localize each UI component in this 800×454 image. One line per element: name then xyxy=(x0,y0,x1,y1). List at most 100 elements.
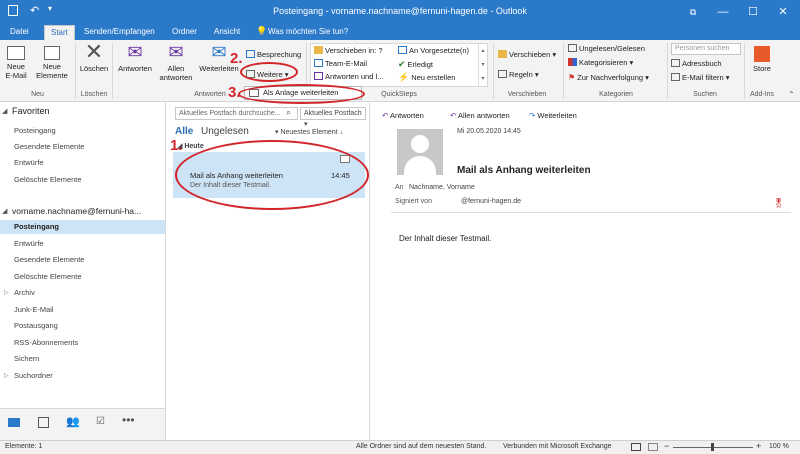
collapse-ribbon-icon[interactable]: ⌃ xyxy=(788,90,795,99)
tasks-icon[interactable]: ☑ xyxy=(96,416,105,427)
restore-ribbon-icon[interactable]: ⧉ xyxy=(678,0,708,24)
delete-label: Löschen xyxy=(79,64,109,73)
collapse-favorites-icon[interactable]: ◢ xyxy=(2,107,7,115)
move-button[interactable]: Verschieben ▾ xyxy=(498,50,556,59)
qs-team-email[interactable]: Team-E-Mail xyxy=(314,59,367,68)
meeting-icon xyxy=(246,50,255,58)
address-book-button[interactable]: Adressbuch xyxy=(671,59,722,68)
connection-status: Verbunden mit Microsoft Exchange xyxy=(503,443,612,450)
delete-button[interactable]: ✕ Löschen xyxy=(78,41,110,74)
reading-reply-button[interactable]: ↶ Antworten xyxy=(382,111,424,120)
calendar-icon[interactable] xyxy=(38,417,49,428)
quicksteps-scroll[interactable]: ▴ ▾ ▾ xyxy=(478,44,487,86)
signed-value[interactable]: @fernuni-hagen.de xyxy=(461,198,521,205)
qs-create-label: Neu erstellen xyxy=(411,73,456,82)
new-items-label-2: Elemente xyxy=(36,71,68,80)
followup-button[interactable]: ⚑ Zur Nachverfolgung ▾ xyxy=(568,73,649,82)
new-items-button[interactable]: Neue Elemente xyxy=(32,42,72,80)
tab-folder[interactable]: Ordner xyxy=(166,25,203,40)
expand-search-folders-icon[interactable]: ▷ xyxy=(4,372,9,379)
avatar-body-icon xyxy=(404,156,436,175)
message-subject-heading: Mail als Anhang weiterleiten xyxy=(457,165,591,176)
filter-email-button[interactable]: E-Mail filtern ▾ xyxy=(671,73,730,82)
navigation-bar: 👥 ☑ ••• xyxy=(0,408,166,440)
tab-send-receive[interactable]: Senden/Empfangen xyxy=(78,25,161,40)
header-divider xyxy=(391,212,791,213)
reply-all-label-1: Allen xyxy=(167,64,185,73)
new-email-button[interactable]: Neue E-Mail xyxy=(3,42,29,80)
folder-inbox[interactable]: Posteingang xyxy=(0,220,165,234)
folder-backup[interactable]: Sichern xyxy=(14,354,39,363)
folder-rss[interactable]: RSS-Abonnements xyxy=(14,338,78,347)
unread-read-button[interactable]: Ungelesen/Gelesen xyxy=(568,44,645,53)
maximize-button[interactable]: ☐ xyxy=(738,0,768,24)
folder-archive[interactable]: Archiv xyxy=(14,288,35,297)
reading-pane: ↶ Antworten ↶ Allen antworten ↷ Weiterle… xyxy=(371,102,800,440)
store-label: Store xyxy=(753,64,771,73)
reading-forward-button[interactable]: ↷ Weiterleiten xyxy=(529,111,577,120)
unread-read-label: Ungelesen/Gelesen xyxy=(579,44,645,53)
reply-all-button[interactable]: ✉ Allen antworten xyxy=(156,42,196,82)
more-modules-icon[interactable]: ••• xyxy=(122,413,135,427)
collapse-account-icon[interactable]: ◢ xyxy=(2,207,7,215)
team-email-icon xyxy=(314,59,323,67)
meeting-button[interactable]: Besprechung xyxy=(246,50,301,59)
filter-unread-tab[interactable]: Ungelesen xyxy=(201,126,249,137)
store-button[interactable]: Store xyxy=(748,42,776,73)
folder-junk[interactable]: Junk-E-Mail xyxy=(14,305,54,314)
reply-button[interactable]: ✉ Antworten xyxy=(115,42,155,73)
folder-deleted[interactable]: Gelöschte Elemente xyxy=(14,272,82,281)
group-find-label: Suchen xyxy=(693,91,717,98)
minimize-button[interactable]: — xyxy=(708,0,738,24)
folder-search[interactable]: Suchordner xyxy=(14,371,53,380)
folder-sent[interactable]: Gesendete Elemente xyxy=(14,255,84,264)
rules-button[interactable]: Regeln ▾ xyxy=(498,70,539,79)
signature-badge-icon[interactable]: 🎖 xyxy=(773,198,784,209)
zoom-in-icon[interactable]: + xyxy=(756,441,761,451)
new-email-icon xyxy=(7,46,25,60)
search-people-input[interactable]: Personen suchen xyxy=(671,43,741,55)
filter-all-tab[interactable]: Alle xyxy=(175,126,193,137)
search-input[interactable]: Aktuelles Postfach durchsuche... xyxy=(175,107,298,120)
normal-view-icon[interactable] xyxy=(631,443,641,451)
group-move-label: Verschieben xyxy=(507,91,547,98)
expand-archive-icon[interactable]: ▷ xyxy=(4,289,9,296)
people-icon[interactable]: 👥 xyxy=(66,415,80,428)
tab-view[interactable]: Ansicht xyxy=(208,25,246,40)
qs-move-label: Verschieben in: ? xyxy=(325,46,383,55)
tab-file[interactable]: Datei xyxy=(4,25,35,40)
zoom-slider-thumb[interactable] xyxy=(711,443,714,451)
search-icon[interactable]: ⌕ xyxy=(286,107,291,118)
status-bar: Elemente: 1 Alle Ordner sind auf dem neu… xyxy=(0,440,800,454)
folder-drafts[interactable]: Entwürfe xyxy=(14,239,44,248)
sort-dropdown[interactable]: ▾ Neuestes Element ↓ xyxy=(275,128,343,136)
qs-to-manager[interactable]: An Vorgesetzte(n) xyxy=(398,46,469,55)
folder-outbox[interactable]: Postausgang xyxy=(14,321,58,330)
qs-create-new[interactable]: ⚡ Neu erstellen xyxy=(398,72,455,83)
close-button[interactable]: ✕ xyxy=(768,0,798,24)
search-scope-dropdown[interactable]: Aktuelles Postfach ▾ xyxy=(300,107,366,128)
to-value[interactable]: Nachname, Vorname xyxy=(409,184,475,191)
mail-icon[interactable] xyxy=(8,418,20,427)
fav-sent[interactable]: Gesendete Elemente xyxy=(14,142,84,151)
qs-done[interactable]: ✔ Erledigt xyxy=(398,59,433,70)
qs-reply-delete[interactable]: Antworten und l... xyxy=(314,72,383,81)
favorites-header[interactable]: Favoriten xyxy=(12,106,50,116)
tab-start[interactable]: Start xyxy=(44,25,75,40)
zoom-out-icon[interactable]: − xyxy=(664,441,669,451)
meeting-label: Besprechung xyxy=(257,50,302,59)
annotation-oval-message xyxy=(175,140,369,210)
fav-inbox[interactable]: Posteingang xyxy=(14,126,56,135)
reading-reply-all-button[interactable]: ↶ Allen antworten xyxy=(450,111,510,120)
fav-deleted[interactable]: Gelöschte Elemente xyxy=(14,175,82,184)
rules-label: Regeln xyxy=(509,70,533,79)
zoom-level[interactable]: 100 % xyxy=(769,443,789,450)
qs-move-to[interactable]: Verschieben in: ? xyxy=(314,46,383,55)
categorize-button[interactable]: Kategorisieren ▾ xyxy=(568,58,633,67)
filter-email-label: E-Mail filtern xyxy=(682,73,724,82)
reading-view-icon[interactable] xyxy=(648,443,658,451)
tell-me-box[interactable]: Was möchten Sie tun? xyxy=(262,25,354,40)
fav-drafts[interactable]: Entwürfe xyxy=(14,158,44,167)
ribbon-tabs: Datei Start Senden/Empfangen Ordner Ansi… xyxy=(0,24,800,40)
account-header[interactable]: vorname.nachname@fernuni-ha... xyxy=(12,206,141,216)
